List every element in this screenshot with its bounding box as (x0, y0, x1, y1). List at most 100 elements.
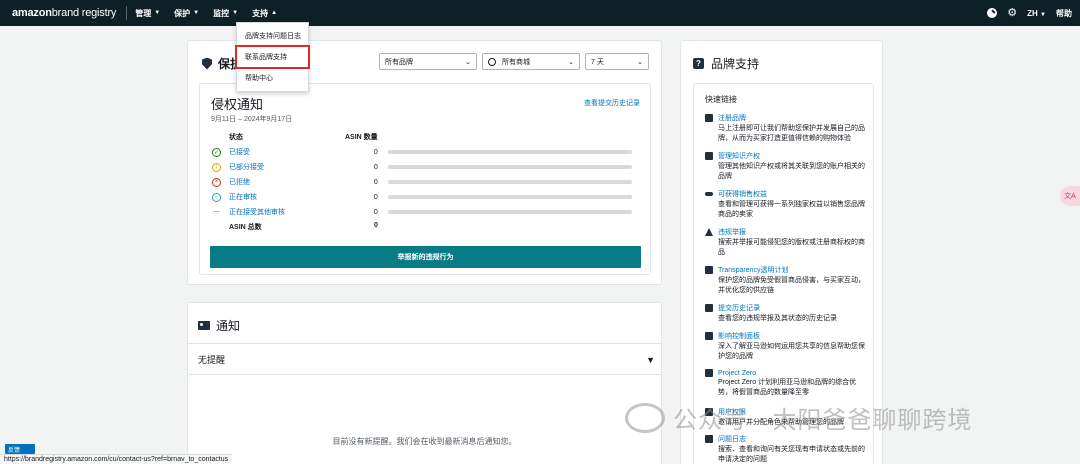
quick-link-transparency[interactable]: Transparency透明计划 保护您的品牌免受假冒商品侵害，与买家互动，并优… (705, 265, 865, 296)
status-bar-url: https://brandregistry.amazon.com/cu/cont… (0, 454, 233, 464)
notification-filter-select[interactable]: 无提醒 (198, 353, 225, 366)
support-dropdown-menu: 品牌支持问题日志 联系品牌支持 帮助中心 (235, 22, 310, 92)
quick-links-heading: 快速链接 (705, 95, 737, 104)
brand-registry-logo[interactable]: amazonbrand registry (12, 7, 116, 19)
watermark: 公众号 · 太阳爸爸聊聊跨境 (625, 400, 972, 435)
chevron-down-icon: ⌄ (568, 58, 574, 66)
status-bar (387, 180, 632, 184)
top-nav-bar: amazonbrand registry 管理 ▼ 保护 ▼ 监控 ▼ 支持 ▲ ⚙ Z… (0, 0, 1080, 26)
translate-icon[interactable]: 文A (1060, 186, 1080, 206)
clock-icon: ! (212, 162, 221, 172)
status-label[interactable]: 已拒绝 (229, 177, 358, 187)
gear-icon[interactable]: ⚙ (1007, 8, 1017, 19)
status-row-reviewing: – 正在审核 0 (212, 191, 632, 203)
status-count: 0 (373, 163, 378, 171)
dashboard-icon (705, 332, 713, 340)
link-description: Project Zero 计划利用亚马逊和品牌的综合优势，将假冒商品的数量降至零 (718, 379, 857, 396)
book-icon (705, 152, 713, 160)
key-icon (705, 192, 713, 196)
view-submission-history-link[interactable]: 查看提交历史记录 (584, 98, 640, 108)
quick-link-register-brand[interactable]: 注册品牌 马上注册即可让我们帮助您保护并发展自己的品牌，从而为买家打造更值得信赖… (705, 113, 865, 144)
status-label[interactable]: 已部分接受 (229, 162, 358, 172)
link-description: 搜索并举报可能侵犯您的版权或注册商标权的商品 (718, 239, 865, 256)
empty-notifications-message: 目前没有新提醒。我们会在收到最新消息后通知您。 (332, 437, 517, 446)
menu-item-contact-brand-support[interactable]: 联系品牌支持 (235, 45, 310, 69)
nav-protect[interactable]: 保护 ▼ (174, 8, 199, 19)
feedback-button[interactable]: 反馈 (5, 444, 35, 454)
divider (188, 374, 661, 375)
link-description: 管理其他知识产权或将其关联到您的账户相关的品牌 (718, 163, 865, 180)
chevron-down-icon: ⌄ (637, 58, 643, 66)
wechat-logo-icon (625, 402, 665, 433)
link-description: 深入了解亚马逊如何运用您共享的信息帮助您保护您的品牌 (718, 343, 865, 360)
quick-link-submission-history[interactable]: 提交历史记录 查看您的违规举报及其状态的历史记录 (705, 303, 865, 324)
quick-link-impact-dashboard[interactable]: 影响控制面板 深入了解亚马逊如何运用您共享的信息帮助您保护您的品牌 (705, 331, 865, 362)
pending-icon: – (212, 192, 221, 202)
notifications-title: 通知 (198, 317, 240, 334)
status-row-accepted: ✓ 已接受 0 (212, 146, 632, 158)
lock-icon (705, 369, 713, 377)
status-label[interactable]: 已接受 (229, 147, 358, 157)
status-count: 0 (373, 178, 378, 186)
status-count: 0 (373, 193, 378, 201)
brand-support-title: ? 品牌支持 (693, 55, 759, 72)
status-count: 0 (373, 148, 378, 156)
compass-icon[interactable] (987, 8, 998, 18)
list-icon (705, 435, 713, 443)
store-select[interactable]: 所有商城 ⌄ (482, 53, 580, 70)
help-link[interactable]: 帮助 (1056, 8, 1072, 19)
quick-link-sales-rights[interactable]: 可获得销售权益 查看和管理可获得一系列独家权益以销售您品牌商品的卖家 (705, 189, 865, 220)
quick-link-report-violation[interactable]: 违规举报 搜索并举报可能侵犯您的版权或注册商标权的商品 (705, 227, 865, 258)
nav-divider (126, 6, 128, 20)
status-count: 0 (373, 208, 378, 216)
link-description: 保护您的品牌免受假冒商品侵害，与买家互动，并优化您的供应链 (718, 277, 865, 294)
status-bar (387, 210, 632, 214)
chevron-down-icon: ▼ (154, 10, 161, 16)
status-bar (387, 150, 632, 154)
x-circle-icon: × (212, 177, 221, 187)
status-row-partial: ! 已部分接受 0 (212, 161, 632, 173)
asin-total-value: 0 (374, 222, 378, 229)
menu-item-help-center[interactable]: 帮助中心 (237, 68, 308, 88)
nav-support[interactable]: 支持 ▲ (252, 8, 277, 19)
folder-icon (705, 304, 713, 312)
report-violation-button[interactable]: 举报新的违规行为 (210, 246, 641, 268)
link-description: 搜索、查看和询问有关您现有申请状态或先前的申请决定的问题 (718, 446, 865, 463)
menu-item-support-case-log[interactable]: 品牌支持问题日志 (237, 26, 308, 46)
link-description: 马上注册即可让我们帮助您保护并发展自己的品牌，从而为买家打造更值得信赖的购物体验 (718, 125, 865, 142)
asin-total-label: ASIN 总数 (229, 224, 262, 231)
quick-link-manage-ip[interactable]: 管理知识产权 管理其他知识产权或将其关联到您的账户相关的品牌 (705, 151, 865, 182)
chevron-down-icon: ⌄ (465, 58, 471, 66)
quick-link-case-log[interactable]: 问题日志 搜索、查看和询问有关您现有申请状态或先前的申请决定的问题 (705, 434, 865, 464)
chevron-down-icon: ▼ (1040, 11, 1046, 18)
globe-icon (488, 57, 496, 66)
warning-icon (705, 228, 713, 236)
brand-select[interactable]: 所有品牌 ⌄ (379, 53, 477, 70)
notice-date-range: 9月11日 – 2024年9月17日 (211, 116, 293, 123)
folder-plus-icon (705, 114, 713, 122)
quick-link-project-zero[interactable]: Project Zero Project Zero 计划利用亚马逊和品牌的综合优… (705, 369, 865, 398)
chevron-up-icon: ▲ (271, 10, 278, 16)
status-row-other-review: — 正在接受其他审核 0 (212, 206, 632, 218)
days-select[interactable]: 7 天 ⌄ (585, 53, 649, 70)
notifications-card: 通知 无提醒 ▼ 目前没有新提醒。我们会在收到最新消息后通知您。 (187, 302, 662, 464)
transparency-icon (705, 266, 713, 274)
status-row-rejected: × 已拒绝 0 (212, 176, 632, 188)
status-label[interactable]: 正在接受其他审核 (229, 207, 358, 217)
nav-manage[interactable]: 管理 ▼ (135, 8, 160, 19)
status-bar (387, 165, 632, 169)
language-select[interactable]: ZH ▼ (1027, 9, 1046, 18)
check-circle-icon: ✓ (212, 147, 221, 157)
chevron-down-icon: ▼ (193, 10, 200, 16)
shield-icon (202, 57, 212, 70)
status-bar (387, 195, 632, 199)
dash-icon: — (213, 209, 220, 215)
id-card-icon (198, 321, 210, 330)
nav-monitor[interactable]: 监控 ▼ (213, 8, 238, 19)
chevron-down-icon: ▼ (232, 10, 239, 16)
question-icon: ? (693, 58, 704, 69)
status-label[interactable]: 正在审核 (229, 192, 358, 202)
notice-title: 侵权通知 (211, 97, 264, 112)
caret-down-icon[interactable]: ▼ (646, 355, 655, 365)
link-description: 查看您的违规举报及其状态的历史记录 (718, 315, 837, 322)
